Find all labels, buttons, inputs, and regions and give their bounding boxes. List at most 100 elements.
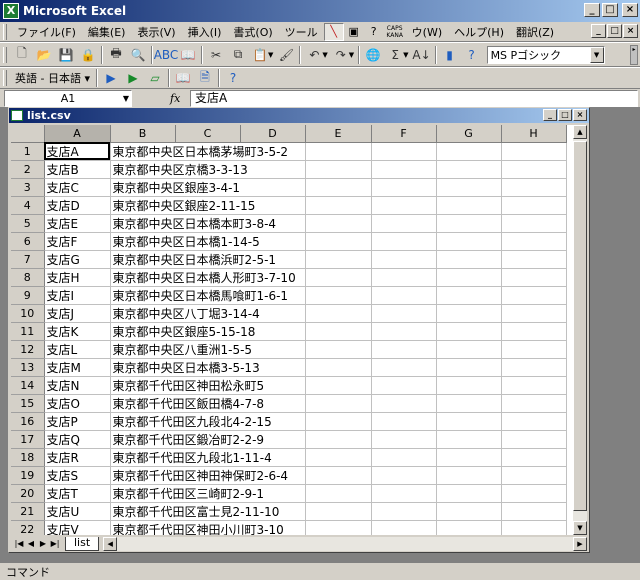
empty-cell[interactable]	[436, 484, 502, 503]
open-folder-icon[interactable]: 📂	[33, 45, 55, 65]
row-header[interactable]: 22	[11, 520, 45, 535]
empty-cell[interactable]	[305, 268, 372, 287]
font-dropdown-icon[interactable]: ▼	[589, 46, 604, 63]
empty-cell[interactable]	[305, 214, 372, 233]
cell-address[interactable]: 東京都中央区八丁堀3-14-4	[110, 304, 306, 323]
name-box-dropdown-icon[interactable]: ▼	[123, 91, 129, 106]
menubar-grip[interactable]	[3, 23, 7, 40]
cell-address[interactable]: 東京都中央区銀座3-4-1	[110, 178, 306, 197]
empty-cell[interactable]	[436, 286, 502, 305]
empty-cell[interactable]	[371, 376, 437, 395]
menu-format[interactable]: 書式(O)	[227, 22, 278, 42]
empty-cell[interactable]	[371, 196, 437, 215]
horizontal-scroll-track[interactable]	[117, 536, 573, 551]
empty-cell[interactable]	[305, 340, 372, 359]
empty-cell[interactable]	[501, 286, 567, 305]
row-header[interactable]: 14	[11, 376, 45, 395]
last-sheet-icon[interactable]: ▶|	[49, 539, 61, 548]
row-header[interactable]: 6	[11, 232, 45, 251]
empty-cell[interactable]	[305, 466, 372, 485]
sheet-tab-list[interactable]: list	[65, 536, 100, 551]
cell-branch-name[interactable]: 支店J	[44, 304, 111, 323]
doc-minimize-button[interactable]: _	[591, 24, 606, 38]
workbook-close-button[interactable]: ×	[573, 109, 587, 121]
empty-cell[interactable]	[371, 520, 437, 535]
cell-address[interactable]: 東京都千代田区九段北1-11-4	[110, 448, 306, 467]
minimize-button[interactable]: _	[584, 3, 600, 17]
sort-ascending-icon[interactable]: A↓	[411, 45, 433, 65]
column-header-a[interactable]: A	[44, 125, 111, 143]
cell-address[interactable]: 東京都千代田区三崎町2-9-1	[110, 484, 306, 503]
empty-cell[interactable]	[501, 232, 567, 251]
spelling-icon[interactable]: ABC	[154, 45, 179, 65]
empty-cell[interactable]	[501, 502, 567, 521]
cell-address[interactable]: 東京都千代田区富士見2-11-10	[110, 502, 306, 521]
workbook-minimize-button[interactable]: _	[543, 109, 557, 121]
empty-cell[interactable]	[371, 466, 437, 485]
empty-cell[interactable]	[305, 322, 372, 341]
column-header-h[interactable]: H	[501, 125, 567, 143]
empty-cell[interactable]	[436, 412, 502, 431]
empty-cell[interactable]	[436, 340, 502, 359]
empty-cell[interactable]	[305, 376, 372, 395]
empty-cell[interactable]	[501, 376, 567, 395]
empty-cell[interactable]	[436, 520, 502, 535]
empty-cell[interactable]	[371, 268, 437, 287]
translate-help-icon[interactable]: ?	[222, 68, 244, 88]
column-header-d[interactable]: D	[240, 125, 306, 143]
format-painter-icon[interactable]: 🖌	[275, 45, 297, 65]
cell-branch-name[interactable]: 支店R	[44, 448, 111, 467]
empty-cell[interactable]	[436, 232, 502, 251]
workbook-maximize-button[interactable]: □	[558, 109, 572, 121]
save-icon[interactable]: 💾	[55, 45, 77, 65]
empty-cell[interactable]	[501, 340, 567, 359]
autosum-dropdown-icon[interactable]: ▼	[403, 51, 408, 59]
chart-wizard-icon[interactable]: ▮	[439, 45, 461, 65]
print-preview-icon[interactable]: 🔍	[127, 45, 149, 65]
column-header-e[interactable]: E	[305, 125, 372, 143]
empty-cell[interactable]	[501, 448, 567, 467]
column-header-f[interactable]: F	[371, 125, 437, 143]
empty-cell[interactable]	[305, 178, 372, 197]
row-header[interactable]: 3	[11, 178, 45, 197]
empty-cell[interactable]	[501, 394, 567, 413]
insert-function-icon[interactable]: fx	[170, 92, 190, 105]
row-header[interactable]: 21	[11, 502, 45, 521]
cell-branch-name[interactable]: 支店K	[44, 322, 111, 341]
cell-branch-name[interactable]: 支店A	[44, 142, 111, 161]
menu-view[interactable]: 表示(V)	[131, 22, 181, 42]
row-header[interactable]: 19	[11, 466, 45, 485]
maximize-button[interactable]: □	[602, 3, 618, 17]
empty-cell[interactable]	[436, 322, 502, 341]
cell-address[interactable]: 東京都千代田区九段北4-2-15	[110, 412, 306, 431]
cell-branch-name[interactable]: 支店D	[44, 196, 111, 215]
cell-branch-name[interactable]: 支店G	[44, 250, 111, 269]
empty-cell[interactable]	[436, 466, 502, 485]
cell-address[interactable]: 東京都中央区日本橋馬喰町1-6-1	[110, 286, 306, 305]
name-box[interactable]: A1 ▼	[4, 89, 132, 107]
document-translate-icon[interactable]: 🗎	[194, 68, 216, 88]
formula-input[interactable]: 支店A	[190, 89, 638, 107]
cell-branch-name[interactable]: 支店E	[44, 214, 111, 233]
cell-branch-name[interactable]: 支店C	[44, 178, 111, 197]
menu-edit[interactable]: 編集(E)	[82, 22, 132, 42]
column-header-g[interactable]: G	[436, 125, 502, 143]
help-icon[interactable]: ?	[461, 45, 483, 65]
empty-cell[interactable]	[436, 268, 502, 287]
cell-branch-name[interactable]: 支店F	[44, 232, 111, 251]
menu-translate[interactable]: 翻訳(Z)	[510, 22, 560, 42]
menu-window[interactable]: ウ(W)	[406, 22, 448, 42]
empty-cell[interactable]	[436, 304, 502, 323]
cell-branch-name[interactable]: 支店T	[44, 484, 111, 503]
empty-cell[interactable]	[305, 196, 372, 215]
cell-address[interactable]: 東京都中央区京橋3-3-13	[110, 160, 306, 179]
empty-cell[interactable]	[371, 304, 437, 323]
empty-cell[interactable]	[436, 142, 502, 161]
empty-cell[interactable]	[501, 358, 567, 377]
cell-address[interactable]: 東京都千代田区鍛冶町2-2-9	[110, 430, 306, 449]
menu-help[interactable]: ヘルプ(H)	[448, 22, 510, 42]
empty-cell[interactable]	[501, 196, 567, 215]
doc-close-button[interactable]: ×	[623, 24, 638, 38]
empty-cell[interactable]	[501, 430, 567, 449]
empty-cell[interactable]	[371, 502, 437, 521]
